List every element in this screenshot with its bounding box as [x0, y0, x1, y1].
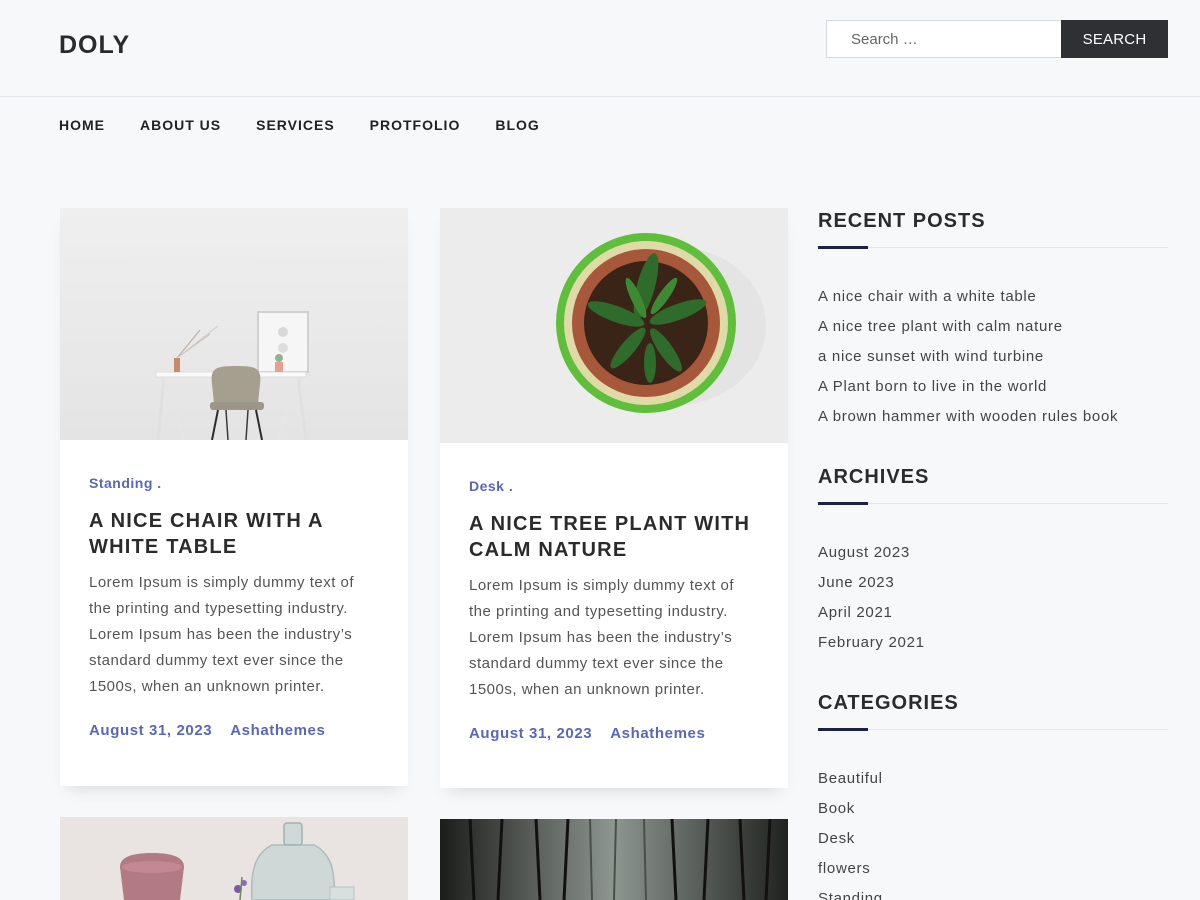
recent-post-link[interactable]: A brown hammer with wooden rules book [818, 402, 1168, 432]
post-meta: August 31, 2023 Ashathemes [469, 725, 759, 742]
archives-list: August 2023 June 2023 April 2021 Februar… [818, 538, 1168, 658]
post-card [440, 819, 788, 900]
potted-plant-illustration [440, 208, 788, 443]
category-link[interactable]: Beautiful [818, 764, 1168, 794]
post-category[interactable]: Desk . [469, 478, 759, 494]
post-card [60, 817, 408, 900]
post-title[interactable]: A NICE TREE PLANT WITH CALM NATURE [469, 511, 759, 563]
post-title[interactable]: A NICE CHAIR WITH A WHITE TABLE [89, 508, 379, 560]
search-form: SEARCH [826, 20, 1168, 58]
post-image-tree-plant[interactable] [440, 208, 788, 443]
widget-title-archives: ARCHIVES [818, 466, 930, 488]
post-card: Standing . A NICE CHAIR WITH A WHITE TAB… [60, 208, 408, 786]
post-card-body: Desk . A NICE TREE PLANT WITH CALM NATUR… [440, 443, 788, 742]
site-header: DOLY SEARCH [0, 0, 1200, 97]
archive-link[interactable]: August 2023 [818, 538, 1168, 568]
nav-item-home[interactable]: HOME [59, 117, 105, 137]
post-card: Desk . A NICE TREE PLANT WITH CALM NATUR… [440, 208, 788, 788]
recent-posts-list: A nice chair with a white table A nice t… [818, 282, 1168, 432]
nav-item-portfolio[interactable]: PROTFOLIO [370, 117, 461, 137]
post-image-glass-vases[interactable] [60, 817, 408, 900]
chair-table-illustration [60, 208, 408, 440]
post-category[interactable]: Standing . [89, 475, 379, 491]
post-date[interactable]: August 31, 2023 [89, 722, 212, 739]
post-card-body: Standing . A NICE CHAIR WITH A WHITE TAB… [60, 440, 408, 739]
archive-link[interactable]: June 2023 [818, 568, 1168, 598]
widget-title-recent-posts: RECENT POSTS [818, 210, 986, 232]
categories-list: Beautiful Book Desk flowers Standing [818, 764, 1168, 900]
categories-widget: CATEGORIES Beautiful Book Desk flowers S… [818, 692, 1168, 900]
search-input[interactable] [826, 20, 1061, 58]
forest-illustration [440, 819, 788, 900]
post-image-forest[interactable] [440, 819, 788, 900]
post-author[interactable]: Ashathemes [610, 725, 705, 742]
recent-post-link[interactable]: A Plant born to live in the world [818, 372, 1168, 402]
widget-divider [818, 502, 1168, 505]
post-image-chair-table[interactable] [60, 208, 408, 440]
post-date[interactable]: August 31, 2023 [469, 725, 592, 742]
archive-link[interactable]: April 2021 [818, 598, 1168, 628]
site-logo[interactable]: DOLY [59, 31, 130, 60]
archives-widget: ARCHIVES August 2023 June 2023 April 202… [818, 466, 1168, 658]
category-link[interactable]: flowers [818, 854, 1168, 884]
widget-divider [818, 246, 1168, 249]
sidebar: RECENT POSTS A nice chair with a white t… [818, 210, 1168, 900]
post-excerpt: Lorem Ipsum is simply dummy text of the … [89, 574, 355, 695]
recent-posts-widget: RECENT POSTS A nice chair with a white t… [818, 210, 1168, 432]
recent-post-link[interactable]: A nice chair with a white table [818, 282, 1168, 312]
search-button[interactable]: SEARCH [1061, 20, 1168, 58]
widget-title-categories: CATEGORIES [818, 692, 959, 714]
glass-vases-illustration [60, 817, 408, 900]
post-author[interactable]: Ashathemes [230, 722, 325, 739]
nav-item-services[interactable]: SERVICES [256, 117, 335, 137]
category-link[interactable]: Book [818, 794, 1168, 824]
category-link[interactable]: Standing [818, 884, 1168, 900]
archive-link[interactable]: February 2021 [818, 628, 1168, 658]
post-excerpt: Lorem Ipsum is simply dummy text of the … [469, 577, 735, 698]
nav-item-blog[interactable]: BLOG [495, 117, 539, 137]
category-link[interactable]: Desk [818, 824, 1168, 854]
nav-item-about-us[interactable]: ABOUT US [140, 117, 221, 137]
recent-post-link[interactable]: a nice sunset with wind turbine [818, 342, 1168, 372]
widget-divider [818, 728, 1168, 731]
main-nav: HOME ABOUT US SERVICES PROTFOLIO BLOG [59, 117, 575, 137]
recent-post-link[interactable]: A nice tree plant with calm nature [818, 312, 1168, 342]
post-meta: August 31, 2023 Ashathemes [89, 722, 379, 739]
